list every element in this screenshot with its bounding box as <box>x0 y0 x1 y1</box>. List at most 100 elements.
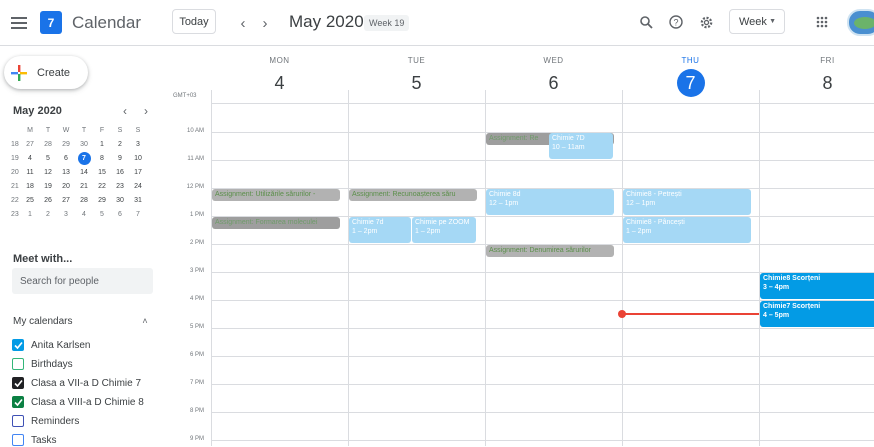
day-header-tue[interactable]: TUE 5 <box>348 46 485 97</box>
mini-day[interactable]: 27 <box>57 193 75 207</box>
checkbox-empty-icon[interactable] <box>12 358 24 370</box>
mini-day[interactable]: 18 <box>21 179 39 193</box>
day-number[interactable]: 4 <box>266 69 294 97</box>
mini-day[interactable]: 24 <box>129 179 147 193</box>
day-header-thu[interactable]: THU 7 <box>622 46 759 97</box>
checkbox-checked-icon[interactable] <box>12 396 24 408</box>
mini-day[interactable]: 6 <box>57 151 75 165</box>
calendar-item[interactable]: Birthdays <box>12 357 73 371</box>
mini-day[interactable]: 8 <box>93 151 111 165</box>
mini-day[interactable]: 3 <box>57 207 75 221</box>
apps-grid-icon[interactable] <box>812 12 832 32</box>
mini-week-number[interactable]: 20 <box>10 165 21 179</box>
mini-week-number[interactable]: 19 <box>10 151 21 165</box>
day-header-wed[interactable]: WED 6 <box>485 46 622 97</box>
account-avatar[interactable] <box>847 9 874 36</box>
mini-day[interactable]: 7 <box>75 151 93 165</box>
calendar-event[interactable]: Chimie7 Scorțeni 4 – 5pm <box>760 301 874 327</box>
mini-day[interactable]: 12 <box>39 165 57 179</box>
mini-day[interactable]: 16 <box>111 165 129 179</box>
mini-day[interactable]: 30 <box>75 137 93 151</box>
settings-gear-icon[interactable] <box>696 12 716 32</box>
mini-week-number[interactable]: 23 <box>10 207 21 221</box>
mini-day[interactable]: 19 <box>39 179 57 193</box>
mini-day[interactable]: 20 <box>57 179 75 193</box>
chevron-up-icon[interactable]: ˄ <box>139 315 151 327</box>
mini-day[interactable]: 31 <box>129 193 147 207</box>
help-icon[interactable]: ? <box>666 12 686 32</box>
mini-day[interactable]: 23 <box>111 179 129 193</box>
mini-prev-month-icon[interactable]: ‹ <box>119 104 131 118</box>
mini-day[interactable]: 2 <box>39 207 57 221</box>
calendar-item[interactable]: Anita Karlsen <box>12 338 90 352</box>
mini-day[interactable]: 9 <box>111 151 129 165</box>
mini-day[interactable]: 30 <box>111 193 129 207</box>
mini-day[interactable]: 6 <box>111 207 129 221</box>
mini-day[interactable]: 4 <box>21 151 39 165</box>
mini-day[interactable]: 25 <box>21 193 39 207</box>
mini-day[interactable]: 29 <box>93 193 111 207</box>
day-number[interactable]: 6 <box>540 69 568 97</box>
day-number[interactable]: 8 <box>814 69 842 97</box>
mini-day[interactable]: 13 <box>57 165 75 179</box>
mini-day[interactable]: 26 <box>39 193 57 207</box>
calendar-item[interactable]: Clasa a VIII-a D Chimie 8 <box>12 395 144 409</box>
mini-day[interactable]: 17 <box>129 165 147 179</box>
calendar-item[interactable]: Tasks <box>12 433 57 447</box>
mini-day[interactable]: 28 <box>39 137 57 151</box>
day-header-mon[interactable]: MON 4 <box>211 46 348 97</box>
mini-day[interactable]: 2 <box>111 137 129 151</box>
create-button[interactable]: Create <box>4 56 88 89</box>
previous-week-icon[interactable]: ‹ <box>234 12 252 34</box>
mini-day[interactable]: 4 <box>75 207 93 221</box>
checkbox-checked-icon[interactable] <box>12 377 24 389</box>
mini-day[interactable]: 21 <box>75 179 93 193</box>
today-button[interactable]: Today <box>172 9 216 34</box>
mini-day[interactable]: 15 <box>93 165 111 179</box>
mini-day[interactable]: 7 <box>129 207 147 221</box>
calendar-event[interactable]: Assignment: Utilizările sărurilor - <box>212 189 340 201</box>
day-number[interactable]: 7 <box>676 69 705 97</box>
search-icon[interactable] <box>636 12 656 32</box>
chevron-down-icon: ▼ <box>769 18 776 25</box>
mini-day[interactable]: 29 <box>57 137 75 151</box>
mini-day[interactable]: 5 <box>39 151 57 165</box>
checkbox-empty-icon[interactable] <box>12 415 24 427</box>
calendar-event[interactable]: Assignment: Recunoașterea săru <box>349 189 477 201</box>
calendar-event[interactable]: Assignment: Formarea moleculei <box>212 217 340 229</box>
calendar-event[interactable]: Chimie8 - Pâncești 1 – 2pm <box>623 217 751 243</box>
my-calendars-heading[interactable]: My calendars <box>13 316 72 327</box>
day-number[interactable]: 5 <box>403 69 431 97</box>
mini-week-number[interactable]: 18 <box>10 137 21 151</box>
calendar-event[interactable]: Chimie 7d 1 – 2pm <box>349 217 411 243</box>
mini-next-month-icon[interactable]: › <box>140 104 152 118</box>
mini-day[interactable]: 22 <box>93 179 111 193</box>
mini-day[interactable]: 3 <box>129 137 147 151</box>
calendar-event[interactable]: Chimie pe ZOOM 1 – 2pm <box>412 217 476 243</box>
mini-day[interactable]: 10 <box>129 151 147 165</box>
mini-day[interactable]: 27 <box>21 137 39 151</box>
calendar-event[interactable]: Chimie 8d 12 – 1pm <box>486 189 614 215</box>
mini-week-number[interactable]: 21 <box>10 179 21 193</box>
mini-day[interactable]: 11 <box>21 165 39 179</box>
day-header-fri[interactable]: FRI 8 <box>759 46 874 97</box>
mini-day[interactable]: 1 <box>93 137 111 151</box>
main-menu-icon[interactable] <box>8 12 30 34</box>
view-selector[interactable]: Week ▼ <box>729 9 785 34</box>
mini-day[interactable]: 28 <box>75 193 93 207</box>
calendar-item[interactable]: Reminders <box>12 414 79 428</box>
calendar-event[interactable]: Assignment: Denumirea sărurilor <box>486 245 614 257</box>
hour-label: 8 PM <box>189 408 204 414</box>
mini-week-number[interactable]: 22 <box>10 193 21 207</box>
mini-day[interactable]: 5 <box>93 207 111 221</box>
calendar-event[interactable]: Chimie 7D 10 – 11am <box>549 133 613 159</box>
mini-day[interactable]: 1 <box>21 207 39 221</box>
mini-day[interactable]: 14 <box>75 165 93 179</box>
calendar-event[interactable]: Chimie8 - Petrești 12 – 1pm <box>623 189 751 215</box>
calendar-event[interactable]: Chimie8 Scorțeni 3 – 4pm <box>760 273 874 299</box>
next-week-icon[interactable]: › <box>256 12 274 34</box>
people-search-input[interactable]: Search for people <box>12 268 153 294</box>
checkbox-checked-icon[interactable] <box>12 339 24 351</box>
checkbox-empty-icon[interactable] <box>12 434 24 446</box>
calendar-item[interactable]: Clasa a VII-a D Chimie 7 <box>12 376 141 390</box>
